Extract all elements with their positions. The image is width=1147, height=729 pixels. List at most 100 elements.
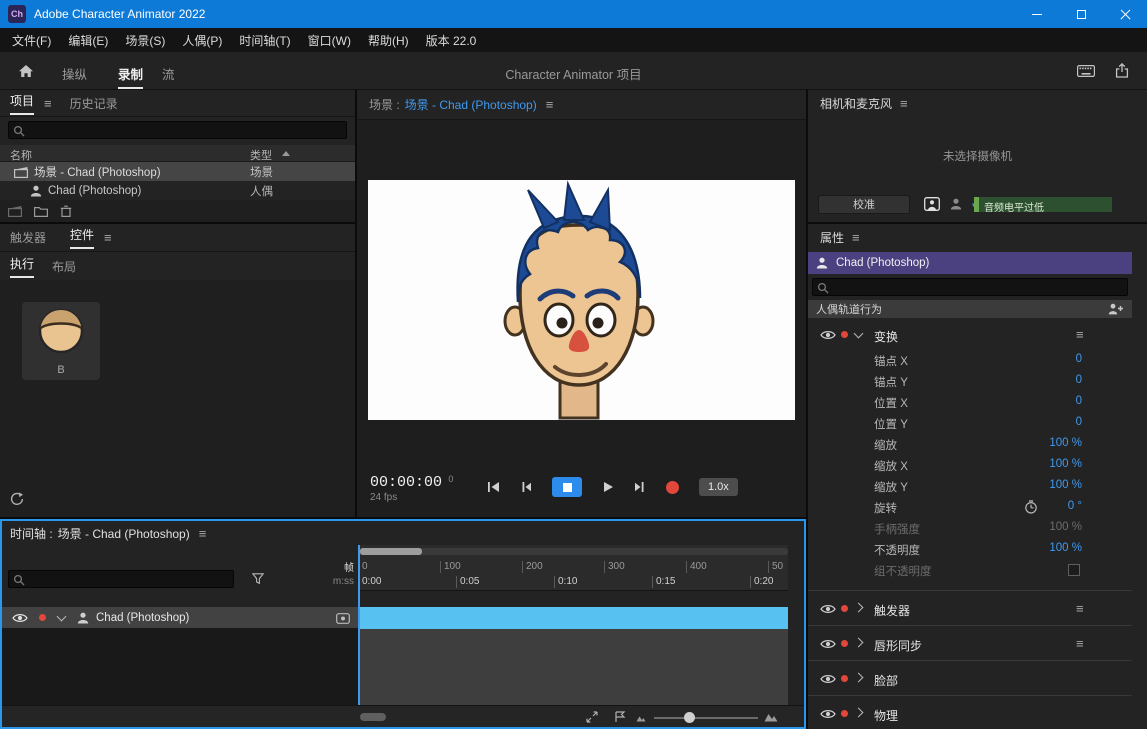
eye-icon[interactable] [820,674,836,684]
export-share-icon[interactable] [1115,63,1129,78]
previous-frame-button[interactable] [520,481,532,493]
arm-for-record-dot[interactable] [841,640,848,647]
timeline-panel-menu-icon[interactable]: ≡ [199,527,207,540]
column-type[interactable]: 类型 [250,147,272,163]
chevron-right-icon[interactable] [854,638,864,648]
behavior-transform-row[interactable]: 变换 ≡ [808,322,1132,348]
record-button[interactable] [666,481,679,494]
property-value[interactable]: 100 % [978,437,1082,449]
calibrate-button[interactable]: 校准 [818,195,910,214]
eye-icon[interactable] [12,613,28,623]
minimize-button[interactable] [1015,0,1059,28]
chevron-down-icon[interactable] [57,611,67,621]
horizontal-scrollbar-handle[interactable] [360,713,386,721]
zoom-in-icon[interactable] [764,712,778,722]
group-opacity-checkbox[interactable] [1068,564,1080,576]
menu-item-help[interactable]: 帮助(H) [368,32,409,49]
zoom-slider-track[interactable] [654,717,758,719]
eye-icon[interactable] [820,604,836,614]
chevron-right-icon[interactable] [854,708,864,718]
column-name[interactable]: 名称 [10,147,32,163]
menu-item-file[interactable]: 文件(F) [12,32,51,49]
project-row-puppet[interactable]: Chad (Photoshop) 人偶 [0,181,355,200]
arm-for-record-dot[interactable] [841,675,848,682]
maximize-button[interactable] [1059,0,1103,28]
snap-icon[interactable] [614,711,626,723]
zoom-out-icon[interactable] [636,714,646,722]
go-to-start-button[interactable] [487,481,500,493]
controls-panel-menu-icon[interactable]: ≡ [104,231,112,244]
project-panel-menu-icon[interactable]: ≡ [44,97,52,110]
property-value[interactable]: 0 [978,416,1082,428]
timecode-display[interactable]: 00:00:00 [370,474,442,491]
zoom-slider-knob[interactable] [684,712,695,723]
property-value[interactable]: 0 [978,374,1082,386]
tab-project[interactable]: 项目 [10,92,34,115]
navigator-handle[interactable] [360,548,422,555]
body-tracker-icon[interactable] [950,198,962,210]
timeline-track-header[interactable]: Chad (Photoshop) [2,607,358,629]
behavior-menu-icon[interactable]: ≡ [1076,328,1084,341]
properties-search-input[interactable] [812,278,1128,296]
webcam-icon[interactable] [924,197,940,211]
menu-item-version[interactable]: 版本 22.0 [426,32,477,49]
behavior-triggers-row[interactable]: 触发器 ≡ [808,590,1132,625]
behavior-lipsync-row[interactable]: 唇形同步 ≡ [808,625,1132,660]
arm-for-record-dot[interactable] [841,605,848,612]
playhead[interactable] [358,545,360,705]
eye-icon[interactable] [820,330,836,340]
behavior-physics-row[interactable]: 物理 [808,695,1132,729]
property-value[interactable]: 0 [978,395,1082,407]
subtab-perform[interactable]: 执行 [10,255,34,278]
refresh-icon[interactable] [10,492,24,506]
timeline-navigator[interactable] [358,548,788,555]
new-scene-icon[interactable] [8,205,22,217]
delete-icon[interactable] [60,205,72,217]
selected-puppet-row[interactable]: Chad (Photoshop) [808,252,1132,274]
tab-history[interactable]: 历史记录 [70,95,118,112]
playback-speed-button[interactable]: 1.0x [699,478,738,496]
tab-triggers[interactable]: 触发器 [10,229,46,246]
close-button[interactable] [1103,0,1147,28]
track-options-icon[interactable] [336,613,350,624]
eye-icon[interactable] [820,709,836,719]
property-value[interactable]: 100 % [978,542,1082,554]
takes-filter-icon[interactable] [252,573,264,584]
behavior-face-row[interactable]: 脸部 [808,660,1132,695]
arm-for-record-dot[interactable] [841,710,848,717]
keyboard-shortcuts-icon[interactable] [1077,65,1095,77]
arm-for-record-dot[interactable] [39,614,46,621]
property-value[interactable]: 100 % [978,458,1082,470]
behavior-menu-icon[interactable]: ≡ [1076,602,1084,615]
menu-item-edit[interactable]: 编辑(E) [68,32,108,49]
behavior-menu-icon[interactable]: ≡ [1076,637,1084,650]
project-row-scene[interactable]: 场景 - Chad (Photoshop) 场景 [0,162,355,181]
track-take-bar[interactable] [358,607,788,629]
project-search-input[interactable] [8,121,347,139]
scene-name-link[interactable]: 场景 - Chad (Photoshop) [405,96,537,113]
chevron-down-icon[interactable] [854,329,864,339]
menu-item-timeline[interactable]: 时间轴(T) [239,32,290,49]
property-value[interactable]: 100 % [978,479,1082,491]
menu-item-window[interactable]: 窗口(W) [308,32,351,49]
subtab-layout[interactable]: 布局 [52,258,76,275]
property-value[interactable]: 0 ° [978,500,1082,512]
add-behavior-icon[interactable] [1108,303,1124,315]
timeline-search-input[interactable] [8,570,234,588]
camera-panel-menu-icon[interactable]: ≡ [900,97,908,110]
chevron-right-icon[interactable] [854,603,864,613]
tab-controls[interactable]: 控件 [70,226,94,249]
new-folder-icon[interactable] [34,206,48,217]
menu-item-scene[interactable]: 场景(S) [125,32,165,49]
property-value[interactable]: 0 [978,353,1082,365]
stop-button[interactable] [552,477,582,497]
scene-canvas[interactable] [368,180,795,420]
chevron-right-icon[interactable] [854,673,864,683]
fit-timeline-icon[interactable] [586,711,598,723]
scene-panel-menu-icon[interactable]: ≡ [546,98,554,111]
play-button[interactable] [602,481,614,493]
trigger-swatch[interactable]: B [22,302,100,380]
eye-icon[interactable] [820,639,836,649]
menu-item-puppet[interactable]: 人偶(P) [182,32,222,49]
properties-panel-menu-icon[interactable]: ≡ [852,231,860,244]
